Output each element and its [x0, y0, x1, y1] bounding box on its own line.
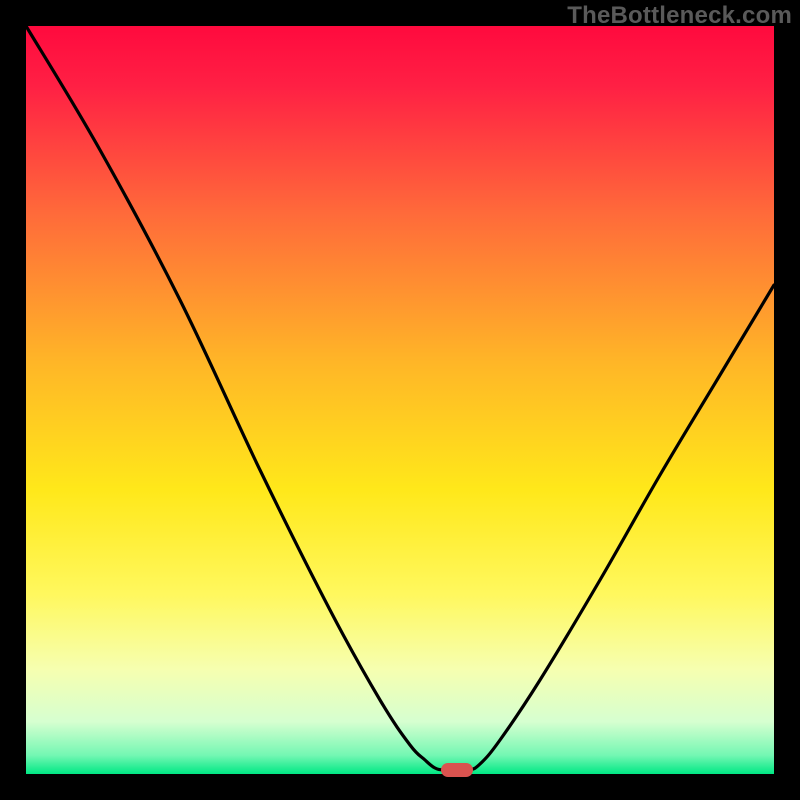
- chart-container: TheBottleneck.com: [0, 0, 800, 800]
- watermark-text: TheBottleneck.com: [567, 2, 792, 30]
- bottleneck-chart: [0, 0, 800, 800]
- plot-area: [26, 26, 774, 774]
- optimal-marker: [441, 763, 473, 777]
